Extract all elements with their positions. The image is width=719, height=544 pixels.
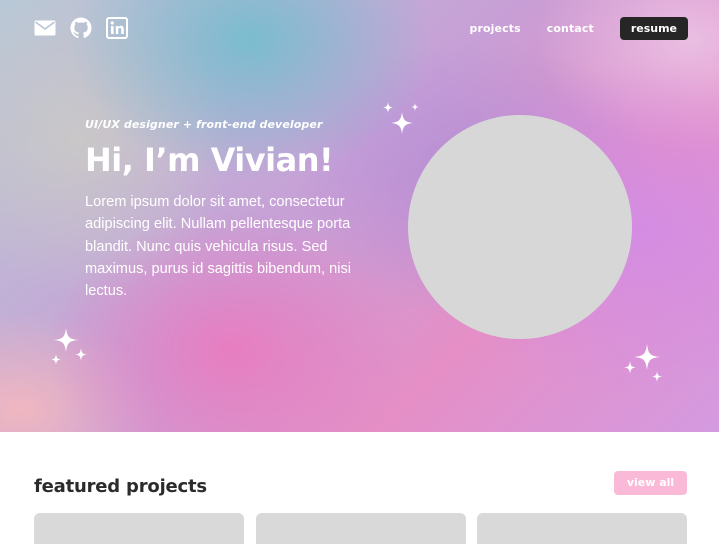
linkedin-icon[interactable] — [106, 17, 128, 39]
featured-projects-section: featured projects view all — [0, 432, 719, 544]
resume-button[interactable]: resume — [619, 17, 688, 40]
profile-photo-placeholder — [408, 115, 632, 339]
nav-contact-link[interactable]: contact — [547, 22, 594, 35]
project-card[interactable] — [477, 513, 687, 544]
project-card[interactable] — [256, 513, 466, 544]
social-links — [34, 17, 128, 39]
nav-projects-link[interactable]: projects — [470, 22, 521, 35]
view-all-button[interactable]: view all — [614, 471, 687, 495]
sparkle-icon — [380, 100, 422, 142]
intro-paragraph: Lorem ipsum dolor sit amet, consectetur … — [85, 194, 352, 300]
project-card[interactable] — [34, 513, 244, 544]
email-icon[interactable] — [34, 17, 56, 39]
github-icon[interactable] — [70, 17, 92, 39]
tagline: UI/UX designer + front-end developer — [85, 118, 323, 131]
main-nav: projects contact resume — [470, 17, 688, 40]
sparkle-icon — [622, 343, 666, 385]
hero-intro: UI/UX designer + front-end developer Hi,… — [85, 118, 385, 302]
section-heading: featured projects — [34, 476, 207, 497]
hero-section: projects contact resume UI/UX designer +… — [0, 0, 719, 432]
page-title: Hi, I’m Vivian! — [85, 141, 334, 179]
sparkle-icon — [48, 326, 90, 368]
